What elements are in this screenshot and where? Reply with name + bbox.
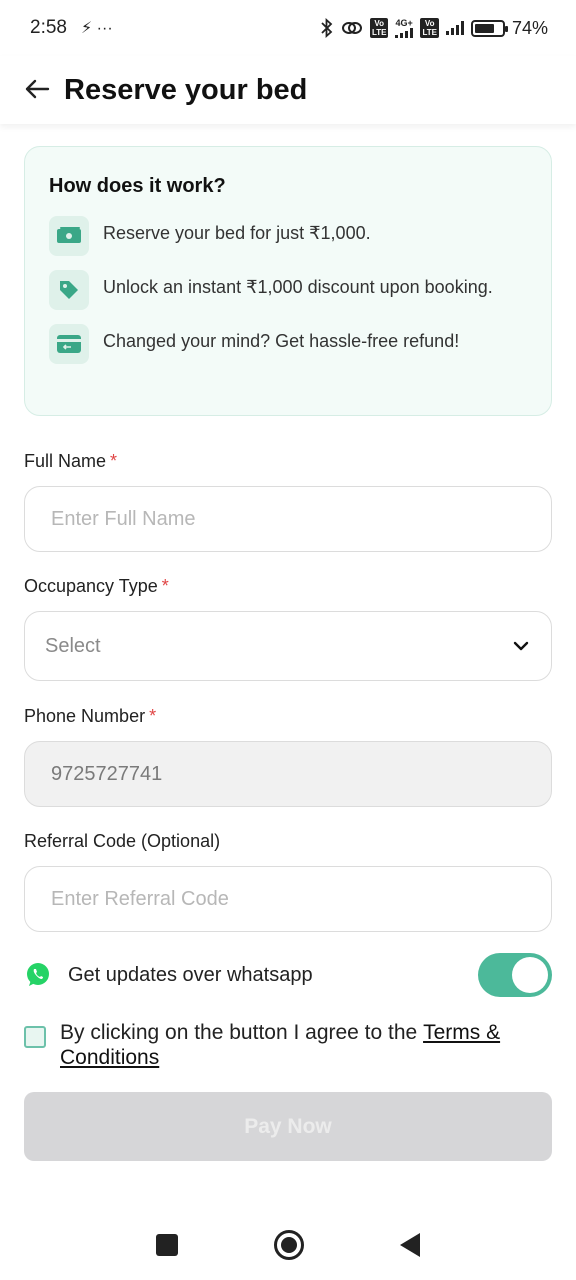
app-header: Reserve your bed — [0, 56, 576, 124]
phone-number-value: 9725727741 — [51, 762, 163, 785]
battery-level — [474, 23, 495, 33]
back-arrow-icon[interactable] — [24, 74, 64, 106]
full-name-label-text: Full Name — [24, 451, 107, 471]
occupancy-type-select[interactable]: Select — [24, 611, 552, 681]
pay-now-button[interactable]: Pay Now — [24, 1092, 552, 1161]
how-item-reserve: Reserve your bed for just ₹1,000. — [49, 216, 527, 256]
network-4g: 4G+ — [395, 17, 414, 38]
phone-number-field: 9725727741 — [24, 741, 552, 807]
whatsapp-icon — [27, 963, 49, 986]
terms-text: By clicking on the button I agree to the… — [60, 1020, 552, 1070]
status-right: Vo LTE 4G+ Vo LTE 74% — [320, 18, 548, 39]
whatsapp-updates-row: Get updates over whatsapp — [24, 952, 552, 998]
terms-checkbox[interactable] — [24, 1026, 46, 1048]
toggle-knob — [512, 957, 548, 993]
how-it-works-card: How does it work? Reserve your bed for j… — [24, 146, 552, 416]
full-name-label: Full Name * — [24, 451, 117, 472]
home-circle-icon[interactable] — [274, 1230, 304, 1260]
page-title: Reserve your bed — [64, 73, 308, 106]
reserve-bed-screen: 2:58 ⚡ ··· Vo LTE 4G+ Vo LTE 74% Reserve… — [0, 0, 576, 1280]
cash-icon — [49, 216, 89, 256]
required-mark: * — [149, 706, 157, 726]
terms-row: By clicking on the button I agree to the… — [24, 1020, 552, 1070]
required-mark: * — [161, 576, 169, 596]
how-item-refund: Changed your mind? Get hassle-free refun… — [49, 324, 527, 364]
status-left: 2:58 ⚡ ··· — [30, 17, 113, 39]
bluetooth-icon — [321, 18, 333, 38]
signal-icon-2 — [445, 21, 464, 35]
how-item-text: Reserve your bed for just ₹1,000. — [103, 223, 371, 243]
full-name-input[interactable]: Enter Full Name — [24, 486, 552, 552]
how-item-text: Unlock an instant ₹1,000 discount upon b… — [103, 277, 493, 297]
refund-card-icon — [49, 324, 89, 364]
home-circle-inner — [281, 1237, 297, 1253]
link-icon — [341, 22, 362, 34]
occupancy-type-label-text: Occupancy Type — [24, 576, 158, 596]
whatsapp-label: Get updates over whatsapp — [68, 963, 313, 986]
terms-prefix: By clicking on the button I agree to the — [60, 1021, 424, 1044]
referral-code-label-text: Referral Code (Optional) — [24, 831, 221, 851]
occupancy-type-label: Occupancy Type * — [24, 576, 169, 597]
referral-code-input[interactable]: Enter Referral Code — [24, 866, 552, 932]
referral-code-placeholder: Enter Referral Code — [51, 887, 229, 910]
status-bar: 2:58 ⚡ ··· Vo LTE 4G+ Vo LTE 74% — [0, 0, 576, 56]
occupancy-selected-value: Select — [45, 634, 101, 657]
signal-icon-1 — [395, 27, 414, 38]
phone-number-label-text: Phone Number — [24, 706, 146, 726]
notification-icons: ⚡ ··· — [80, 20, 113, 37]
back-triangle-icon[interactable] — [400, 1233, 420, 1257]
how-item-text: Changed your mind? Get hassle-free refun… — [103, 331, 460, 351]
required-mark: * — [110, 451, 118, 471]
battery-icon — [470, 19, 508, 37]
battery-percent: 74% — [511, 17, 548, 38]
volte-badge-1: Vo LTE — [369, 18, 389, 38]
tag-icon — [49, 270, 89, 310]
recents-square-icon[interactable] — [156, 1234, 178, 1256]
volte-badge-2: Vo LTE — [420, 18, 439, 38]
referral-code-label: Referral Code (Optional) — [24, 831, 220, 852]
how-it-works-title: How does it work? — [49, 175, 226, 197]
system-nav-bar — [0, 1210, 576, 1280]
whatsapp-toggle[interactable] — [478, 953, 552, 997]
network-label: 4G+ — [395, 17, 413, 28]
how-item-discount: Unlock an instant ₹1,000 discount upon b… — [49, 270, 527, 310]
status-time: 2:58 — [30, 17, 67, 38]
full-name-placeholder: Enter Full Name — [51, 507, 196, 530]
phone-number-label: Phone Number * — [24, 706, 156, 727]
whatsapp-label-group: Get updates over whatsapp — [24, 961, 313, 989]
chevron-down-icon — [513, 641, 529, 651]
